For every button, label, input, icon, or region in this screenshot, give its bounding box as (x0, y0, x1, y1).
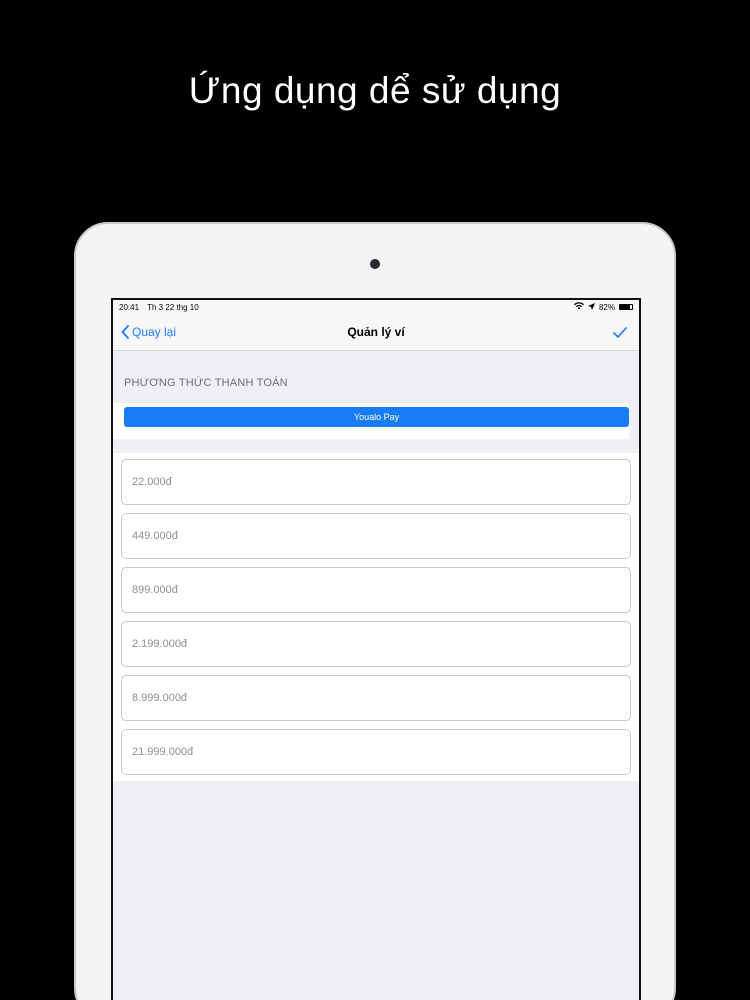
amount-option[interactable]: 449.000đ (121, 513, 631, 559)
location-arrow-icon (587, 302, 595, 312)
wifi-icon (573, 302, 584, 312)
tablet-screen: 20:41 Th 3 22 thg 10 82% Quay lại Quản l… (111, 298, 641, 1000)
amount-option[interactable]: 2.199.000đ (121, 621, 631, 667)
battery-percent: 82% (598, 302, 615, 312)
status-time: 20:41 (119, 302, 140, 312)
navigation-bar: Quay lại Quản lý ví (113, 314, 639, 351)
amount-option[interactable]: 899.000đ (121, 567, 631, 613)
status-date: Th 3 22 thg 10 (147, 302, 199, 312)
status-right: 82% (573, 302, 633, 312)
tablet-device: 20:41 Th 3 22 thg 10 82% Quay lại Quản l… (74, 222, 676, 1000)
front-camera (370, 259, 380, 269)
done-button[interactable] (613, 314, 627, 350)
battery-fill (620, 305, 630, 309)
amount-option[interactable]: 22.000đ (121, 459, 631, 505)
nav-title: Quản lý ví (347, 325, 405, 339)
promo-canvas: Ứng dụng dể sử dụng 20:41 Th 3 22 thg 10 (0, 0, 750, 1000)
amount-option[interactable]: 21.999.000đ (121, 729, 631, 775)
checkmark-icon (613, 326, 627, 338)
payment-method-row: Youalo Pay (113, 403, 629, 439)
app-screen: 20:41 Th 3 22 thg 10 82% Quay lại Quản l… (113, 300, 639, 1000)
battery-icon (619, 304, 633, 310)
chevron-left-icon (121, 325, 129, 339)
amount-list: 22.000đ 449.000đ 899.000đ 2.199.000đ 8.9… (113, 453, 639, 781)
promo-title: Ứng dụng dể sử dụng (188, 70, 562, 111)
back-button[interactable]: Quay lại (121, 314, 176, 350)
amount-option[interactable]: 8.999.000đ (121, 675, 631, 721)
payment-method-header: PHƯƠNG THỨC THANH TOÁN (124, 377, 288, 389)
status-bar: 20:41 Th 3 22 thg 10 82% (113, 300, 639, 314)
youalo-pay-button[interactable]: Youalo Pay (124, 407, 629, 427)
back-button-label: Quay lại (132, 325, 177, 339)
status-left: 20:41 Th 3 22 thg 10 (119, 303, 205, 312)
